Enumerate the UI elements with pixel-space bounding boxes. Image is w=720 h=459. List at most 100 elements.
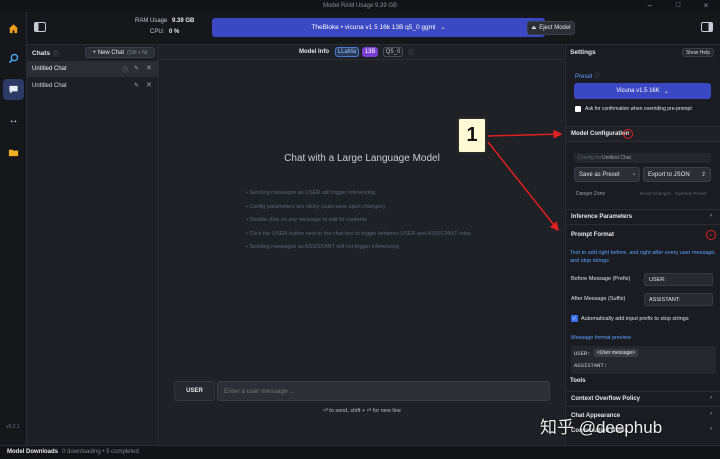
export-json-button[interactable]: Export to JSON ⇪ (643, 167, 711, 182)
chevron-down-icon[interactable]: ⌄ (708, 230, 714, 238)
chat-list-item[interactable]: Untitled Chat ⓘ ✎ ✕ (27, 61, 159, 77)
send-hint: ⏎ to send, shift + ⏎ for new line (323, 408, 401, 414)
inference-parameters-header[interactable]: Inference Parameters › (566, 209, 720, 225)
edit-icon[interactable]: ✎ (134, 82, 139, 89)
save-icon: ▫ (632, 171, 635, 178)
minimize-icon[interactable]: – (636, 0, 664, 12)
watermark: 知乎 @deephub (540, 418, 663, 437)
chat-title: Untitled Chat (32, 66, 67, 72)
role-toggle-button[interactable]: USER (174, 381, 215, 401)
config-for-value: Untitled Chat (602, 155, 631, 161)
chevron-right-icon: › (710, 395, 712, 401)
badge-arch: LLaMa (335, 47, 359, 57)
maximize-icon[interactable]: □ (664, 0, 692, 12)
ram-label: RAM Usage (135, 18, 168, 24)
show-help-button[interactable]: Show Help (682, 48, 714, 57)
downloading-count: 0 downloading (62, 449, 101, 455)
eject-label: Eject Model (539, 25, 571, 31)
chevron-right-icon: › (710, 411, 712, 417)
delete-icon[interactable]: ✕ (146, 64, 152, 72)
title-bar: Model RAM Usage 9.39 GB – □ × (0, 0, 720, 12)
chevron-down-icon: ⌄ (663, 88, 669, 95)
eject-icon: ⏏ (531, 25, 537, 31)
prompt-format-header[interactable]: Prompt Format (566, 227, 720, 243)
settings-panel-toggle-icon[interactable] (700, 21, 714, 33)
close-icon[interactable]: × (692, 0, 720, 12)
edit-icon[interactable]: ✎ (134, 65, 139, 72)
confirm-override-checkbox[interactable] (575, 106, 581, 112)
ram-value: 9.39 GB (172, 18, 195, 24)
model-configuration-label: Model Configuration (571, 131, 630, 137)
export-icon: ⇪ (700, 172, 706, 178)
window-title: Model RAM Usage 9.39 GB (322, 3, 398, 9)
config-for-label: Config for (578, 155, 602, 161)
override-preset-button[interactable]: Override Preset (675, 191, 707, 196)
chat-icon[interactable] (3, 79, 24, 100)
ram-usage: RAM Usage 9.39 GB (135, 18, 194, 24)
format-preview-box: USER: <User message> ASSISTANT: (571, 346, 716, 374)
eject-model-button[interactable]: ⏏ Eject Model (527, 21, 575, 35)
chat-list-item[interactable]: Untitled Chat ✎ ✕ (27, 78, 159, 94)
context-overflow-label: Context Overflow Policy (571, 396, 641, 402)
prefix-label: Before Message (Prefix) (571, 276, 631, 282)
chevron-right-icon: › (710, 426, 712, 432)
settings-panel: Settings Show Help Preset ⓘ Vicuna v1.5 … (565, 45, 720, 445)
info-icon[interactable]: ⓘ (122, 65, 128, 74)
cpu-label: CPU: (150, 29, 165, 35)
swap-icon[interactable]: ↔ (3, 110, 24, 131)
annotation-arrows (487, 129, 563, 232)
delete-icon[interactable]: ✕ (146, 81, 152, 89)
model-configuration-header[interactable]: Model Configuration (566, 126, 720, 142)
config-for-row: Config for Untitled Chat (574, 153, 711, 163)
cpu-value: 0 % (169, 29, 180, 35)
prompt-format-description: Text to add right before, and right afte… (570, 250, 716, 264)
chevron-right-icon: › (710, 213, 712, 219)
chevron-down-icon: ⌄ (440, 25, 446, 31)
export-json-label: Export to JSON (648, 171, 690, 178)
downloads-status: 0 downloading • 5 completed (62, 449, 139, 455)
auto-prefix-checkbox[interactable]: ✓ (571, 315, 578, 322)
chevron-down-icon[interactable]: ⌄ (625, 129, 631, 137)
downloads-title[interactable]: Model Downloads (7, 446, 58, 459)
badge-quant: Q5_0 (383, 47, 403, 57)
settings-title: Settings (570, 49, 596, 56)
model-selector[interactable]: TheBloke • vicuna v1 5 16k 13B q5_0 ggml… (212, 18, 545, 37)
lmstudio-window: Model RAM Usage 9.39 GB – □ × ↔ v0.2.1 R… (0, 0, 720, 459)
preset-label: Preset ⓘ (575, 74, 601, 80)
new-chat-button[interactable]: + New Chat (Ctrl + N) (85, 47, 155, 58)
confirm-override-label: Ask for confirmation when overriding pre… (585, 106, 692, 112)
preview-assistant: ASSISTANT: (574, 362, 608, 369)
completed-count: 5 completed (106, 449, 139, 455)
message-input[interactable] (217, 381, 550, 401)
preview-user: USER: (574, 350, 591, 357)
chat-main: Model Info LLaMa 13B Q5_0 ⓘ Chat with a … (160, 45, 564, 445)
new-chat-label: + New Chat (92, 49, 125, 56)
reset-changes-button[interactable]: Reset Changes (640, 191, 671, 196)
search-icon[interactable] (3, 48, 24, 69)
danger-zone-label: Danger Zone (576, 191, 606, 197)
info-icon: ⓘ (408, 51, 415, 57)
chat-title: Untitled Chat (32, 83, 67, 89)
context-overflow-header[interactable]: Context Overflow Policy › (566, 391, 720, 407)
version-label: v0.2.1 (6, 424, 20, 430)
preview-message-chip: <User message> (594, 349, 639, 357)
auto-prefix-label: Automatically add input prefix to stop s… (581, 316, 689, 322)
status-bar: Model Downloads 0 downloading • 5 comple… (0, 445, 720, 459)
save-preset-label: Save as Preset (579, 171, 620, 178)
preset-dropdown[interactable]: Vicuna v1.5 16K ⌄ (574, 83, 711, 99)
suffix-input[interactable]: ASSISTANT: (644, 293, 713, 306)
inference-parameters-label: Inference Parameters (571, 214, 633, 220)
callout-number: 1 (457, 117, 487, 154)
info-icon: ⓘ (53, 52, 60, 58)
save-preset-button[interactable]: Save as Preset ▫ (574, 167, 640, 182)
prefix-input[interactable]: USER: (644, 273, 713, 286)
preset-value: Vicuna v1.5 16K (616, 88, 660, 94)
arrow-to-prompt-format (487, 141, 559, 232)
arrow-to-model-config (487, 129, 563, 139)
prompt-format-label: Prompt Format (571, 232, 615, 238)
home-icon[interactable] (3, 18, 24, 39)
folder-icon[interactable] (3, 142, 24, 163)
new-chat-shortcut: (Ctrl + N) (127, 49, 148, 56)
sidebar-toggle-icon[interactable] (33, 21, 47, 33)
model-info-label: Model Info (299, 49, 329, 55)
